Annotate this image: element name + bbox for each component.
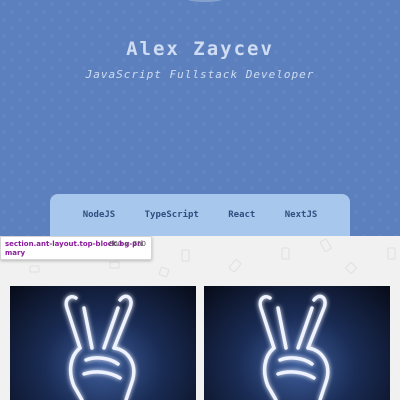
top-decoration [185, 0, 225, 2]
inspect-size: 800 × 750 [108, 240, 146, 248]
tech-stack-panel: NodeJS TypeScript React NextJS [50, 194, 350, 240]
tech-item-typescript[interactable]: TypeScript [145, 210, 199, 220]
project-card-image[interactable] [204, 286, 390, 400]
hero-name: Alex Zaycev [126, 38, 274, 60]
inspect-selector-cont: mary [5, 249, 26, 257]
devtools-inspect-tooltip: section.ant-layout.top-block.bg-pri mary… [0, 236, 152, 260]
neon-hand-illustration [258, 294, 330, 400]
project-card-image[interactable] [10, 286, 196, 400]
hero-role: JavaScript Fullstack Developer [85, 68, 315, 81]
tech-item-nodejs[interactable]: NodeJS [83, 210, 116, 220]
tech-item-react[interactable]: React [228, 210, 255, 220]
neon-hand-illustration [64, 294, 136, 400]
tech-item-nextjs[interactable]: NextJS [285, 210, 318, 220]
